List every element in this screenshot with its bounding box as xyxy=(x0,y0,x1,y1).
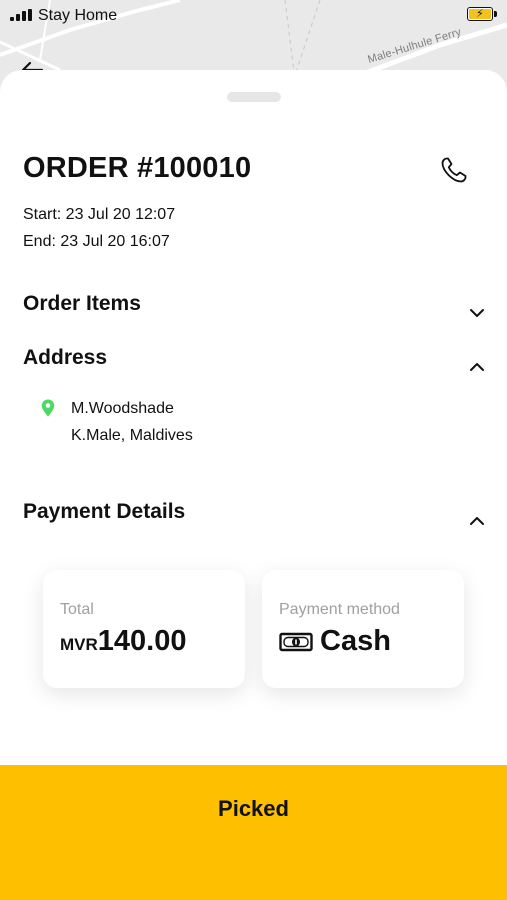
total-value: MVR140.00 xyxy=(60,625,186,658)
chevron-up-icon[interactable] xyxy=(466,356,488,378)
picked-button[interactable]: Picked xyxy=(0,765,507,900)
total-label: Total xyxy=(60,601,94,618)
total-currency: MVR xyxy=(60,635,98,654)
carrier-label: Stay Home xyxy=(38,7,118,24)
total-card: Total MVR140.00 xyxy=(43,570,245,688)
cash-icon xyxy=(279,632,313,652)
address-line-2: K.Male, Maldives xyxy=(71,427,193,444)
address-heading[interactable]: Address xyxy=(23,346,107,370)
picked-button-label: Picked xyxy=(218,796,289,821)
chevron-up-icon[interactable] xyxy=(466,510,488,532)
order-detail-sheet: ORDER #100010 Start: 23 Jul 20 12:07 End… xyxy=(0,70,507,900)
payment-method-card: Payment method Cash xyxy=(262,570,464,688)
payment-method-value: Cash xyxy=(320,625,391,657)
order-title: ORDER #100010 xyxy=(23,152,252,184)
order-start-time: Start: 23 Jul 20 12:07 xyxy=(23,206,176,223)
signal-bars-icon xyxy=(10,9,34,21)
order-end-time: End: 23 Jul 20 16:07 xyxy=(23,233,170,250)
battery-charging-icon: ⚡ xyxy=(467,7,497,21)
chevron-down-icon[interactable] xyxy=(466,302,488,324)
phone-icon[interactable] xyxy=(438,154,470,186)
address-line-1: M.Woodshade xyxy=(71,400,174,417)
payment-method-label: Payment method xyxy=(279,601,400,618)
order-items-heading[interactable]: Order Items xyxy=(23,292,141,316)
total-amount: 140.00 xyxy=(97,625,187,657)
payment-details-heading[interactable]: Payment Details xyxy=(23,500,185,524)
location-pin-icon xyxy=(41,399,55,417)
status-bar: Stay Home ⚡ xyxy=(0,0,507,30)
sheet-grabber[interactable] xyxy=(227,92,281,102)
